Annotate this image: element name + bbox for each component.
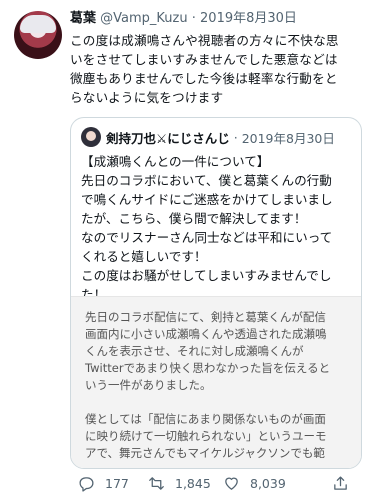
heart-icon	[225, 477, 238, 490]
author-name[interactable]: 葛葉	[70, 11, 96, 26]
author-handle[interactable]: @Vamp_Kuzu	[100, 11, 187, 26]
retweet-button[interactable]: 1,845	[148, 471, 211, 495]
quote-author-name: 剣持刀也⚔にじさんじ	[106, 130, 230, 146]
avatar[interactable]	[14, 11, 62, 59]
share-icon	[334, 475, 347, 490]
quote-header: 剣持刀也⚔にじさんじ · 2019年8月30日	[81, 126, 335, 148]
quote-image-text: 先日のコラボ配信にて、剣持と葛葉くんが配信 画面内に小さい成瀬鳴くんや透過された…	[85, 310, 331, 460]
quote-image[interactable]: 先日のコラボ配信にて、剣持と葛葉くんが配信 画面内に小さい成瀬鳴くんや透過された…	[71, 296, 361, 468]
reply-icon	[79, 476, 94, 492]
quote-avatar	[81, 127, 101, 147]
reply-count: 177	[105, 475, 129, 491]
quote-tweet[interactable]: 剣持刀也⚔にじさんじ · 2019年8月30日 【成瀬鳴くんとの一件について】 …	[70, 117, 362, 469]
tweet-text: この度は成瀬鳴さんや視聴者の方々に不快な思 いをさせてしまいすみませんでした悪意…	[70, 33, 339, 105]
retweet-count: 1,845	[175, 475, 211, 491]
quote-text: 【成瀬鳴くんとの一件について】 先日のコラボにおいて、僕と葛葉くんの行動 で鳴く…	[81, 154, 333, 302]
avatar-hair	[20, 15, 56, 33]
like-button[interactable]: 8,039	[223, 471, 286, 495]
like-count: 8,039	[250, 475, 286, 491]
header-separator: ·	[191, 11, 196, 26]
reply-button[interactable]: 177	[78, 471, 129, 495]
tweet-date[interactable]: 2019年8月30日	[200, 11, 297, 26]
retweet-icon	[149, 476, 164, 490]
action-bar: 177 1,845 8,039	[70, 471, 360, 495]
quote-date: 2019年8月30日	[241, 130, 335, 146]
share-button[interactable]	[332, 471, 359, 495]
tweet-header: 葛葉 @Vamp_Kuzu · 2019年8月30日	[70, 10, 297, 28]
quote-separator: ·	[233, 129, 238, 145]
